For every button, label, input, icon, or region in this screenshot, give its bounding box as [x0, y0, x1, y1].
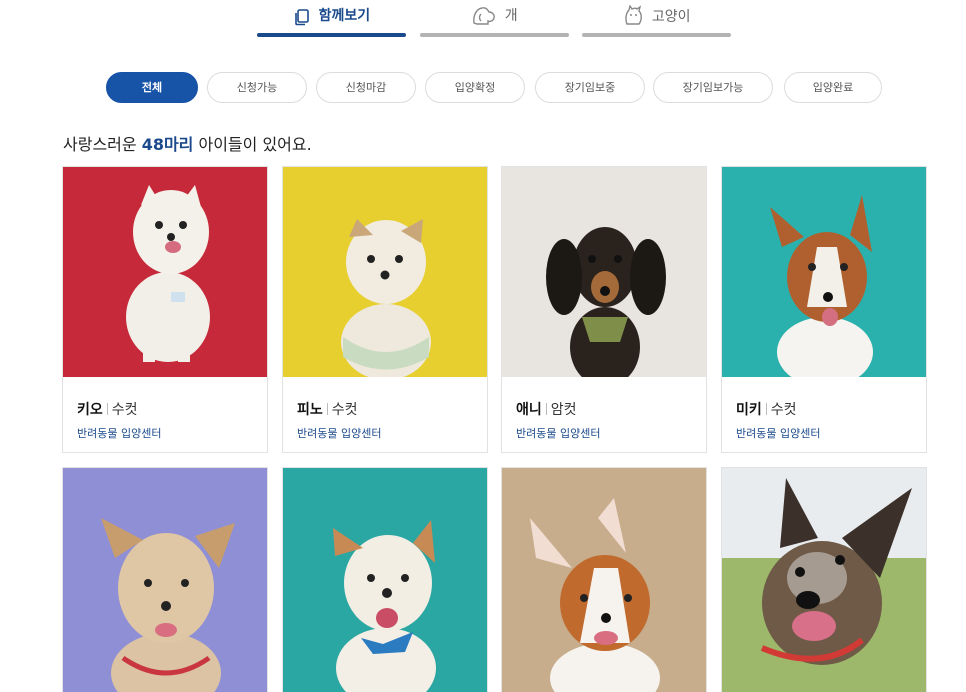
dog-icon: [471, 7, 504, 25]
pet-sex: 암컷: [550, 402, 577, 418]
pet-sex: 수컷: [331, 402, 358, 418]
pet-card[interactable]: [62, 467, 268, 692]
tab-all-together[interactable]: 함께보기: [257, 0, 406, 40]
pet-photo-image: [283, 468, 487, 692]
pet-photo-image: [722, 468, 926, 692]
filter-adopted[interactable]: 입양완료: [784, 72, 882, 103]
pet-photo: [63, 167, 267, 377]
pet-card[interactable]: [501, 467, 707, 692]
species-tabs: 함께보기 개 고양이: [0, 0, 966, 40]
pet-photo: [63, 468, 267, 692]
pet-info: 미키 수컷 반려동물 입양센터: [736, 399, 820, 441]
pet-name: 애니: [516, 402, 542, 418]
pet-center: 반려동물 입양센터: [736, 427, 821, 440]
pet-center: 반려동물 입양센터: [516, 427, 601, 440]
pet-photo: [502, 167, 706, 377]
count-number: 48마리: [141, 135, 194, 154]
filter-adoption-confirmed[interactable]: 입양확정: [425, 72, 525, 103]
copy-icon: [293, 8, 319, 26]
pet-name: 키오: [77, 402, 103, 418]
pet-info: 애니 암컷 반려동물 입양센터: [516, 399, 600, 441]
pet-photo: [502, 468, 706, 692]
pet-card[interactable]: 피노 수컷 반려동물 입양센터: [282, 166, 488, 453]
pet-photo: [283, 468, 487, 692]
pet-photo-image: [283, 167, 487, 377]
pet-sex: 수컷: [111, 402, 138, 418]
pet-card[interactable]: [721, 467, 927, 692]
pet-info: 피노 수컷 반려동물 입양센터: [297, 399, 381, 441]
divider: [326, 403, 328, 415]
tab-underline: [582, 33, 731, 37]
pet-photo-image: [502, 167, 706, 377]
pet-photo: [722, 468, 926, 692]
tab-label: 고양이: [651, 9, 691, 25]
divider: [545, 403, 547, 415]
result-count: 사랑스러운 48마리 아이들이 있어요.: [63, 131, 312, 155]
divider: [106, 403, 108, 415]
pet-card[interactable]: 애니 암컷 반려동물 입양센터: [501, 166, 707, 453]
pet-photo-image: [722, 167, 926, 377]
tab-underline: [257, 33, 406, 37]
pet-sex: 수컷: [770, 402, 797, 418]
filter-long-term-foster[interactable]: 장기임보중: [535, 72, 645, 103]
pet-center: 반려동물 입양센터: [77, 427, 162, 440]
divider: [765, 403, 767, 415]
pet-info: 키오 수컷 반려동물 입양센터: [77, 399, 161, 441]
pet-center: 반려동물 입양센터: [297, 427, 382, 440]
filter-available[interactable]: 신청가능: [207, 72, 307, 103]
tab-dog[interactable]: 개: [420, 0, 569, 40]
pet-photo: [722, 167, 926, 377]
count-suffix: 아이들이 있어요.: [193, 135, 312, 154]
tab-label: 개: [504, 8, 518, 24]
pet-photo-image: [63, 167, 267, 377]
count-prefix: 사랑스러운: [63, 135, 142, 154]
tab-cat[interactable]: 고양이: [582, 0, 731, 40]
pet-photo: [283, 167, 487, 377]
tab-label: 함께보기: [318, 8, 371, 24]
pet-name: 미키: [736, 402, 762, 418]
tab-underline: [420, 33, 569, 37]
cat-icon: [622, 4, 651, 25]
pet-card[interactable]: [282, 467, 488, 692]
filter-closed[interactable]: 신청마감: [316, 72, 416, 103]
pet-photo-image: [502, 468, 706, 692]
pet-card[interactable]: 키오 수컷 반려동물 입양센터: [62, 166, 268, 453]
filter-long-term-foster-available[interactable]: 장기임보가능: [653, 72, 773, 103]
pet-photo-image: [63, 468, 267, 692]
pet-card[interactable]: 미키 수컷 반려동물 입양센터: [721, 166, 927, 453]
filter-all[interactable]: 전체: [106, 72, 198, 103]
pet-name: 피노: [297, 402, 323, 418]
